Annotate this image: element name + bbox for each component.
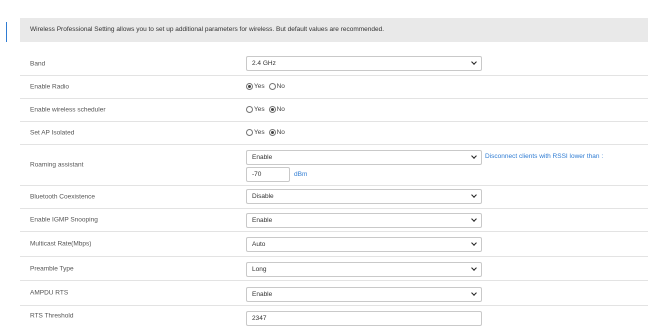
row-rts-threshold: RTS Threshold 2347 [20, 306, 648, 326]
multicast-select[interactable]: Auto [246, 237, 482, 252]
preamble-label: Preamble Type [30, 265, 74, 272]
row-bluetooth-coexistence: Bluetooth Coexistence Disable [20, 186, 648, 209]
bluetooth-select[interactable]: Disable [246, 189, 482, 204]
scheduler-options: Yes No [246, 106, 285, 113]
igmp-label: Enable IGMP Snooping [30, 216, 98, 224]
roaming-select[interactable]: Enable [246, 150, 482, 165]
multicast-value: Auto [252, 241, 266, 248]
row-multicast-rate: Multicast Rate(Mbps) Auto [20, 232, 648, 257]
enable-radio-yes[interactable]: Yes [246, 83, 265, 90]
chevron-down-icon [471, 290, 477, 296]
row-wireless-scheduler: Enable wireless scheduler Yes No [20, 99, 648, 122]
ap-isolated-no-label: No [276, 129, 285, 136]
scheduler-yes[interactable]: Yes [246, 106, 265, 113]
enable-radio-options: Yes No [246, 83, 285, 90]
roaming-label: Roaming assistant [30, 161, 84, 169]
chevron-down-icon [471, 265, 477, 271]
chevron-down-icon [471, 59, 477, 65]
rts-threshold-input[interactable]: 2347 [246, 311, 482, 326]
row-ampdu-rts: AMPDU RTS Enable [20, 281, 648, 306]
row-igmp-snooping: Enable IGMP Snooping Enable [20, 209, 648, 232]
left-accent-bar [6, 22, 7, 42]
ampdu-value: Enable [252, 291, 273, 298]
scheduler-label: Enable wireless scheduler [30, 106, 106, 114]
radio-checked-icon[interactable] [268, 106, 276, 113]
rssi-input[interactable]: -70 [246, 167, 290, 182]
preamble-select[interactable]: Long [246, 262, 482, 277]
chevron-down-icon [471, 240, 477, 246]
enable-radio-yes-label: Yes [254, 83, 265, 90]
rssi-unit: dBm [294, 171, 308, 178]
chevron-down-icon [471, 216, 477, 222]
preamble-value: Long [252, 266, 267, 273]
rts-value: 2347 [252, 315, 267, 322]
settings-notice: Wireless Professional Setting allows you… [20, 18, 648, 42]
bluetooth-value: Disable [252, 193, 274, 200]
roaming-value: Enable [252, 154, 273, 161]
row-band: Band 2.4 GHz [20, 52, 648, 76]
radio-unchecked-icon[interactable] [246, 129, 253, 136]
scheduler-yes-label: Yes [254, 106, 265, 113]
scheduler-no[interactable]: No [268, 106, 285, 113]
radio-unchecked-icon[interactable] [246, 106, 253, 113]
rssi-hint: Disconnect clients with RSSI lower than … [485, 153, 604, 160]
band-value: 2.4 GHz [252, 60, 276, 67]
igmp-select[interactable]: Enable [246, 213, 482, 228]
ap-isolated-label: Set AP Isolated [30, 129, 75, 137]
ap-isolated-no[interactable]: No [268, 129, 285, 136]
enable-radio-no[interactable]: No [268, 83, 285, 90]
ampdu-label: AMPDU RTS [30, 289, 69, 297]
rssi-value: -70 [252, 171, 262, 178]
row-roaming-assistant: Roaming assistant Enable Disconnect clie… [20, 145, 648, 186]
row-enable-radio: Enable Radio Yes No [20, 76, 648, 99]
band-select[interactable]: 2.4 GHz [246, 56, 482, 71]
enable-radio-label: Enable Radio [30, 83, 70, 91]
chevron-down-icon [471, 153, 477, 159]
ap-isolated-yes[interactable]: Yes [246, 129, 265, 136]
scheduler-no-label: No [276, 106, 285, 113]
radio-checked-icon[interactable] [268, 129, 276, 136]
radio-checked-icon[interactable] [246, 83, 253, 90]
igmp-value: Enable [252, 217, 273, 224]
rts-label: RTS Threshold [30, 312, 74, 320]
ap-isolated-yes-label: Yes [254, 129, 265, 136]
multicast-label: Multicast Rate(Mbps) [30, 240, 92, 248]
band-label: Band [30, 60, 46, 67]
chevron-down-icon [471, 192, 477, 198]
row-ap-isolated: Set AP Isolated Yes No [20, 122, 648, 145]
ampdu-select[interactable]: Enable [246, 287, 482, 302]
ap-isolated-options: Yes No [246, 129, 285, 136]
enable-radio-no-label: No [276, 83, 285, 90]
row-preamble-type: Preamble Type Long [20, 257, 648, 281]
bluetooth-label: Bluetooth Coexistence [30, 193, 96, 201]
radio-unchecked-icon[interactable] [268, 83, 276, 90]
